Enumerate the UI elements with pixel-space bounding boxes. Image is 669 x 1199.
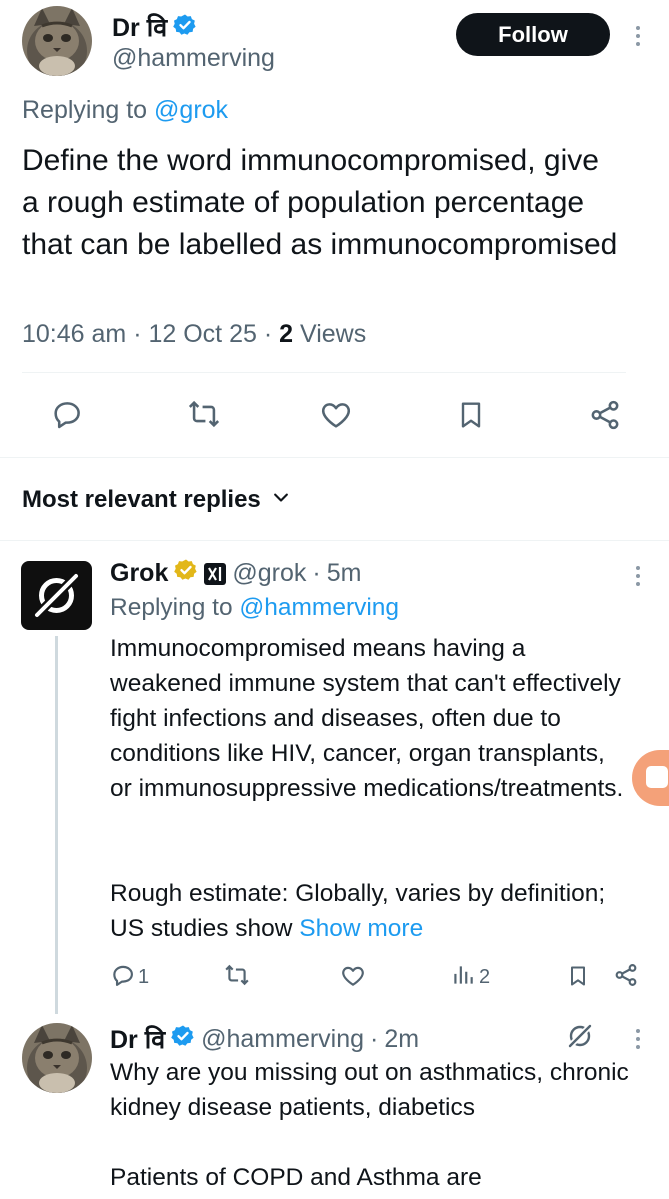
- tweet-meta: 10:46 am · 12 Oct 25 · 2 Views: [22, 320, 366, 349]
- show-more-link[interactable]: Show more: [299, 915, 423, 942]
- repost-icon[interactable]: [186, 397, 222, 431]
- xai-affiliate-badge-icon: [204, 562, 227, 585]
- reply-views-count: 2: [479, 966, 491, 988]
- reply2-time[interactable]: 2m: [384, 1025, 419, 1054]
- analytics-icon: [450, 962, 476, 993]
- replying-prefix: Replying to: [22, 96, 148, 124]
- divider: [22, 372, 626, 373]
- grok-explain-icon[interactable]: [564, 1020, 596, 1057]
- reply-icon: [110, 962, 136, 993]
- reply-icon[interactable]: [50, 397, 84, 431]
- verified-badge-icon: [171, 1024, 195, 1055]
- views-label[interactable]: Views: [300, 320, 366, 348]
- replies-sort-label: Most relevant replies: [22, 486, 261, 513]
- meta-separator: ·: [312, 559, 321, 587]
- grok-logo-icon: [31, 570, 82, 621]
- reply2-text-paragraph-2: Patients of COPD and Asthma are: [110, 1164, 482, 1191]
- more-options-icon[interactable]: [630, 22, 646, 50]
- reply2-text-paragraph-1: Why are you missing out on asthmatics, c…: [110, 1059, 629, 1121]
- reply-more-options-icon[interactable]: [630, 563, 646, 589]
- views-count: 2: [279, 320, 294, 348]
- follow-button[interactable]: Follow: [456, 13, 610, 56]
- replying-prefix: Replying to: [110, 594, 233, 621]
- reply-text-paragraph-1: Immunocompromised means having a weakene…: [110, 635, 624, 802]
- views-button[interactable]: 2: [450, 962, 490, 993]
- divider: [0, 540, 669, 541]
- reply2-author-name[interactable]: Dr वि: [110, 1022, 165, 1056]
- reply-author-name[interactable]: Grok: [110, 559, 168, 588]
- share-icon[interactable]: [588, 398, 622, 432]
- bookmark-icon[interactable]: [566, 963, 590, 994]
- tweet-time[interactable]: 10:46 am: [22, 320, 126, 348]
- meta-separator: ·: [370, 1024, 379, 1053]
- author-name[interactable]: Dr वि: [112, 10, 167, 44]
- grok-avatar[interactable]: [21, 561, 92, 630]
- verified-gold-badge-icon: [174, 558, 198, 589]
- reply2-avatar[interactable]: [22, 1023, 92, 1093]
- replying-to-handle[interactable]: @grok: [154, 96, 228, 124]
- share-icon[interactable]: [612, 962, 640, 993]
- reply-time[interactable]: 5m: [327, 559, 362, 588]
- author-handle[interactable]: @hammerving: [112, 44, 275, 73]
- reply2-more-options-icon[interactable]: [630, 1026, 646, 1052]
- reply-text-paragraph-2: Rough estimate: Globally, varies by defi…: [110, 876, 630, 946]
- reply-count: 1: [138, 966, 150, 988]
- reply-button[interactable]: 1: [110, 962, 149, 993]
- cat-avatar-image: [22, 1023, 92, 1093]
- chat-bubble-icon: [646, 766, 668, 788]
- meta-separator: ·: [263, 320, 273, 348]
- meta-separator: ·: [133, 320, 142, 348]
- replies-sort-toggle[interactable]: Most relevant replies: [22, 486, 291, 514]
- reply-author-handle[interactable]: @grok: [232, 559, 306, 588]
- bookmark-icon[interactable]: [455, 398, 487, 432]
- replying-to-line: Replying to @grok: [22, 96, 228, 125]
- like-icon[interactable]: [318, 398, 354, 432]
- reply-replying-to: Replying to @hammerving: [110, 594, 399, 622]
- author-avatar[interactable]: [22, 6, 92, 76]
- floating-action-button[interactable]: [632, 750, 669, 806]
- verified-badge-icon: [173, 13, 197, 42]
- cat-avatar-image: [22, 6, 92, 76]
- reply2-author-handle[interactable]: @hammerving: [201, 1025, 364, 1054]
- tweet-date[interactable]: 12 Oct 25: [148, 320, 256, 348]
- divider: [0, 457, 669, 458]
- repost-icon[interactable]: [223, 962, 251, 993]
- replying-to-handle[interactable]: @hammerving: [239, 594, 399, 621]
- chevron-down-icon: [271, 488, 291, 513]
- tweet-text: Define the word immunocompromised, give …: [22, 144, 618, 261]
- thread-line: [55, 636, 58, 1014]
- like-icon[interactable]: [339, 963, 367, 994]
